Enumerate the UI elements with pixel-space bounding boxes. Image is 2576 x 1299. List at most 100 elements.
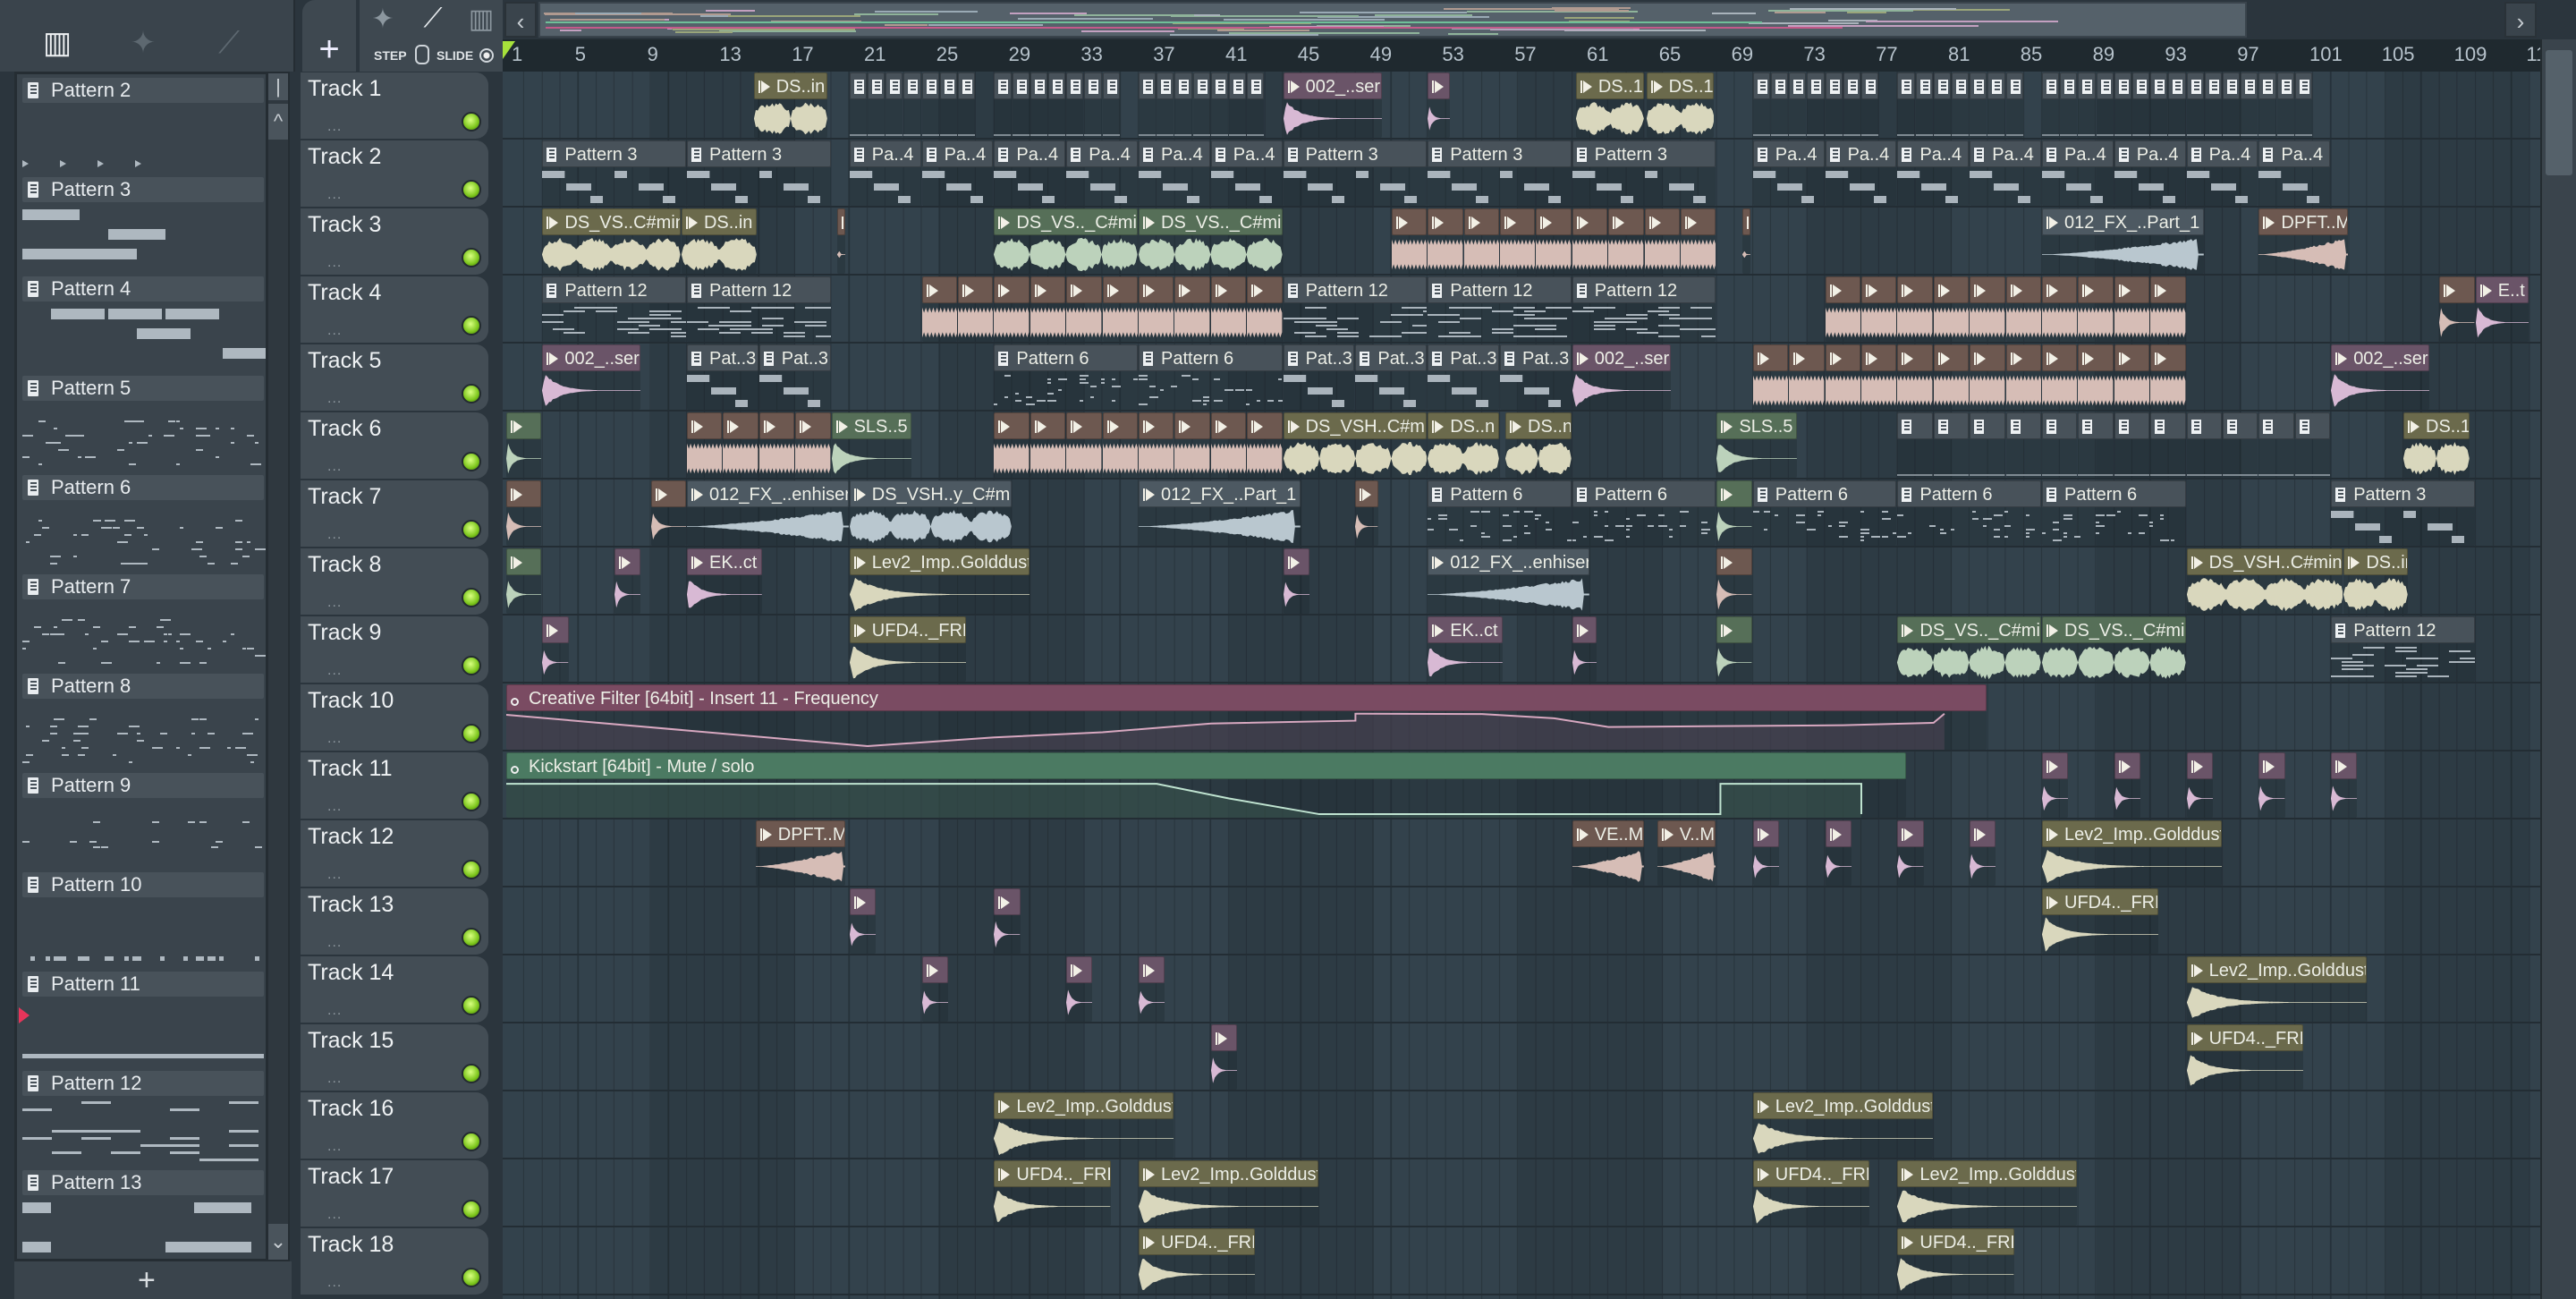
clip-header[interactable]: DS_VS.._C#min xyxy=(1897,616,2041,643)
clip-header[interactable]: Pattern 6 xyxy=(2042,480,2186,507)
clip-header[interactable] xyxy=(2005,72,2023,99)
clip-header[interactable] xyxy=(1608,208,1644,235)
playlist-overview[interactable] xyxy=(538,2,2247,38)
audio-clip[interactable] xyxy=(614,548,641,614)
clip-header[interactable]: Pattern 3 xyxy=(2331,480,2475,507)
clip-header[interactable]: Creative Filter [64bit] - Insert 11 - Fr… xyxy=(506,684,1987,711)
clip-header[interactable] xyxy=(903,72,921,99)
audio-clip[interactable]: DS..1 xyxy=(2403,412,2470,478)
track-header[interactable]: Track 3... xyxy=(301,208,488,275)
pattern-clip[interactable]: Pattern 12 xyxy=(1428,276,1572,342)
pattern-picker-item[interactable]: Pattern 3 xyxy=(22,177,264,274)
pattern-item-header[interactable]: Pattern 3 xyxy=(22,177,264,202)
clip-header[interactable] xyxy=(958,276,994,303)
pattern-item-header[interactable]: Pattern 13 xyxy=(22,1170,264,1195)
audio-clip[interactable] xyxy=(795,412,831,478)
clip-header[interactable] xyxy=(1952,72,1970,99)
pattern-clip[interactable]: Pattern 6 xyxy=(1752,480,1897,546)
clip-header[interactable] xyxy=(2042,276,2078,303)
clip-header[interactable] xyxy=(1139,72,1157,99)
clip-header[interactable]: 012_FX_..Part_1 xyxy=(2042,208,2204,235)
pattern-clip[interactable] xyxy=(2294,72,2312,138)
audio-clip[interactable] xyxy=(1789,344,1825,410)
clip-header[interactable]: Pat..3 xyxy=(758,344,831,371)
pattern-item-header[interactable]: Pattern 7 xyxy=(22,574,264,599)
pattern-clip[interactable] xyxy=(2132,72,2150,138)
audio-clip[interactable]: DS_VS.._C#min xyxy=(2042,616,2186,682)
pattern-clip[interactable] xyxy=(1139,72,1157,138)
pattern-clip[interactable] xyxy=(1897,412,1933,478)
scroll-right-button[interactable]: › xyxy=(2504,2,2537,38)
pattern-picker-item[interactable]: Pattern 12 xyxy=(22,1071,264,1167)
audio-clip[interactable]: Lev2_Imp..Golddust xyxy=(1139,1160,1318,1226)
clip-header[interactable]: Lev2_Imp..Golddust xyxy=(1897,1160,2078,1187)
add-pattern-button[interactable]: + xyxy=(138,1263,156,1297)
clip-header[interactable] xyxy=(1861,72,1879,99)
clip-header[interactable]: SLS..5 xyxy=(1716,412,1798,439)
piano-roll-icon[interactable]: ▥ xyxy=(39,25,75,61)
clip-header[interactable] xyxy=(1861,344,1897,371)
automation-clip[interactable]: Creative Filter [64bit] - Insert 11 - Fr… xyxy=(506,684,1987,750)
audio-clip[interactable]: UFD4.._FRK xyxy=(1752,1160,1870,1226)
clip-header[interactable]: Pattern 12 xyxy=(2331,616,2475,643)
track-options-icon[interactable]: ... xyxy=(327,1207,342,1223)
clip-header[interactable] xyxy=(1716,480,1752,507)
pattern-picker-item[interactable]: Pattern 4 xyxy=(22,276,266,373)
clip-header[interactable] xyxy=(2150,72,2168,99)
clip-header[interactable] xyxy=(994,276,1030,303)
audio-clip[interactable] xyxy=(1970,820,1996,886)
pattern-clip[interactable]: Pattern 3 xyxy=(2331,480,2475,546)
audio-clip[interactable] xyxy=(1897,276,1933,342)
track-name[interactable]: Track 11 xyxy=(308,756,392,782)
pattern-clip[interactable]: Pattern 6 xyxy=(1428,480,1572,546)
clip-header[interactable]: Lev2_Imp..Golddust xyxy=(994,1092,1174,1119)
clip-header[interactable] xyxy=(2042,344,2078,371)
clip-header[interactable] xyxy=(2186,412,2222,439)
pattern-clip[interactable]: Pa..4 xyxy=(1210,140,1283,206)
track-header[interactable]: Track 12... xyxy=(301,820,488,887)
clip-header[interactable] xyxy=(994,72,1012,99)
pattern-picker-item[interactable]: Pattern 8 xyxy=(22,674,264,770)
clip-header[interactable]: DS_VS..C#min xyxy=(542,208,681,235)
pattern-clip[interactable] xyxy=(2078,72,2096,138)
audio-clip[interactable] xyxy=(2042,752,2069,818)
audio-clip-icon[interactable]: ✦ xyxy=(365,4,401,36)
vertical-scrollbar[interactable] xyxy=(2540,39,2576,1299)
pattern-clip[interactable]: Pa..4 xyxy=(849,140,921,206)
pattern-clip[interactable] xyxy=(2223,72,2241,138)
track-options-icon[interactable]: ... xyxy=(327,595,342,611)
audio-clip[interactable] xyxy=(1463,208,1499,274)
audio-clip[interactable]: DPFT..M xyxy=(2258,208,2349,274)
track-lane[interactable]: EK..ct Lev2_Imp..Golddust 012_FX_..enhiser… xyxy=(503,548,2540,616)
clip-header[interactable]: DPFT..M xyxy=(755,820,845,847)
pattern-clip[interactable]: Pat..3 xyxy=(687,344,758,410)
track-lane[interactable]: Creative Filter [64bit] - Insert 11 - Fr… xyxy=(503,683,2540,751)
pattern-clip[interactable] xyxy=(2186,412,2222,478)
clip-header[interactable]: EK..ct xyxy=(687,548,762,575)
audio-clip[interactable]: Lev2_Imp..Golddust xyxy=(2042,820,2222,886)
track-mute-led[interactable] xyxy=(462,248,481,267)
automation-clip[interactable]: Kickstart [64bit] - Mute / solo xyxy=(506,752,1906,818)
audio-clip[interactable] xyxy=(1933,344,1970,410)
pattern-clip[interactable]: Pa..4 xyxy=(921,140,994,206)
pattern-picker-item[interactable]: Pattern 10 xyxy=(22,872,264,969)
pattern-clip-icon[interactable]: ▥ xyxy=(463,4,499,36)
audio-clip[interactable] xyxy=(1970,344,2005,410)
clip-header[interactable]: DS..in xyxy=(681,208,757,235)
audio-clip[interactable]: 002_..ser xyxy=(1283,72,1382,138)
pattern-item-header[interactable]: Pattern 10 xyxy=(22,872,264,897)
clip-header[interactable] xyxy=(2223,72,2241,99)
clip-header[interactable]: Pattern 12 xyxy=(687,276,831,303)
track-mute-led[interactable] xyxy=(462,316,481,335)
clip-header[interactable] xyxy=(1174,72,1192,99)
clip-header[interactable] xyxy=(506,480,542,507)
clip-header[interactable] xyxy=(994,412,1030,439)
clip-header[interactable]: Pattern 3 xyxy=(687,140,831,167)
clip-header[interactable] xyxy=(723,412,758,439)
pattern-clip[interactable] xyxy=(903,72,921,138)
track-name[interactable]: Track 7 xyxy=(308,484,381,510)
clip-header[interactable] xyxy=(2294,412,2331,439)
audio-clip[interactable] xyxy=(1391,208,1428,274)
clip-header[interactable] xyxy=(2186,752,2213,779)
pattern-picker-item[interactable]: Pattern 9 xyxy=(22,773,264,870)
